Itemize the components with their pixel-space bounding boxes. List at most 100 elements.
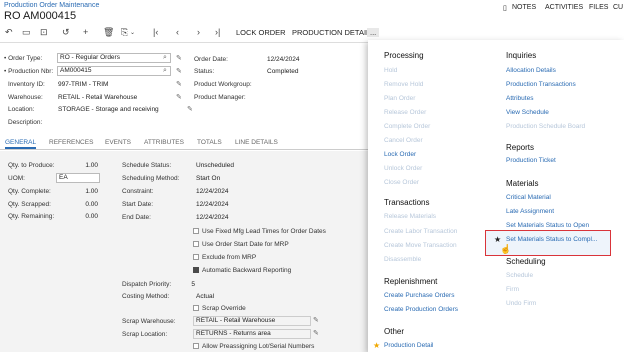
menu-item-create-purchase-orders[interactable]: Create Purchase Orders (384, 292, 454, 299)
last-record-icon[interactable]: ›| (215, 27, 220, 37)
lock-order-button[interactable]: LOCK ORDER (236, 28, 286, 37)
tab-general[interactable]: GENERAL (5, 139, 37, 149)
tab-references[interactable]: REFERENCES (49, 139, 93, 146)
add-icon[interactable]: + (83, 27, 88, 37)
menu-item-plan-order[interactable]: Plan Order (384, 95, 415, 102)
edit-icon[interactable]: ✎ (176, 54, 182, 62)
order-date-label: Order Date: (194, 56, 228, 63)
edit-icon[interactable]: ✎ (176, 80, 182, 88)
dispatch-priority-label: Dispatch Priority: (122, 281, 172, 288)
warehouse-label: Warehouse: (8, 94, 43, 101)
activities-button[interactable]: ACTIVITIES (545, 4, 583, 11)
menu-item-production-detail[interactable]: Production Detail (384, 342, 434, 349)
exclude-mrp-checkbox[interactable] (193, 254, 199, 260)
allow-preassign-checkbox[interactable] (193, 343, 199, 349)
copy-paste-icon[interactable]: ⎘ (121, 27, 128, 38)
menu-item-create-labor-transaction[interactable]: Create Labor Transaction (384, 228, 457, 235)
files-button[interactable]: FILES (589, 4, 608, 11)
constraint-value[interactable]: 12/24/2024 (196, 188, 229, 195)
menu-item-create-production-orders[interactable]: Create Production Orders (384, 306, 458, 313)
costing-method-value[interactable]: Actual (196, 293, 214, 300)
menu-item-release-materials[interactable]: Release Materials (384, 213, 436, 220)
reports-heading: Reports (506, 143, 535, 152)
scrap-location-field[interactable]: RETURNS - Returns area (193, 329, 311, 339)
more-actions-button[interactable]: ... (367, 28, 380, 37)
menu-item-view-schedule[interactable]: View Schedule (506, 109, 549, 116)
customize-button[interactable]: CU (613, 4, 623, 11)
menu-item-production-ticket[interactable]: Production Ticket (506, 157, 556, 164)
edit-icon[interactable]: ✎ (313, 316, 319, 324)
scrap-warehouse-field[interactable]: RETAIL - Retail Warehouse (193, 316, 311, 326)
edit-icon[interactable]: ✎ (176, 67, 182, 75)
menu-item-close-order[interactable]: Close Order (384, 179, 419, 186)
menu-item-set-materials-open[interactable]: Set Materials Status to Open (506, 222, 589, 229)
search-icon[interactable]: ⌕ (163, 54, 167, 62)
save-close-icon[interactable]: ⊡ (40, 27, 48, 38)
tab-events[interactable]: EVENTS (105, 139, 131, 146)
dispatch-priority-value[interactable]: 5 (165, 281, 195, 288)
menu-item-hold[interactable]: Hold (384, 67, 397, 74)
qty-to-produce-value[interactable]: 1.00 (68, 162, 98, 169)
menu-item-lock-order[interactable]: Lock Order (384, 151, 416, 158)
menu-item-create-move-transaction[interactable]: Create Move Transaction (384, 242, 457, 249)
menu-item-set-materials-complete[interactable]: Set Materials Status to Compl... (506, 236, 597, 243)
favorite-star-icon[interactable]: ★ (373, 341, 380, 350)
menu-item-disassemble[interactable]: Disassemble (384, 256, 421, 263)
exclude-mrp-label: Exclude from MRP (202, 254, 257, 261)
uom-field[interactable]: EA (56, 173, 100, 183)
menu-item-firm[interactable]: Firm (506, 286, 519, 293)
toolbar-divider (0, 42, 370, 43)
fixed-mfg-checkbox[interactable] (193, 228, 199, 234)
production-detail-button[interactable]: PRODUCTION DETAIL (292, 28, 370, 37)
chevron-down-icon[interactable]: ⌄ (130, 29, 135, 36)
tab-totals[interactable]: TOTALS (197, 139, 222, 146)
menu-item-complete-order[interactable]: Complete Order (384, 123, 430, 130)
scheduling-method-label: Scheduling Method: (122, 175, 180, 182)
save-icon[interactable]: ▭ (22, 27, 31, 38)
scrap-override-label: Scrap Override (202, 305, 246, 312)
tab-line-details[interactable]: LINE DETAILS (235, 139, 278, 146)
search-icon[interactable]: ⌕ (163, 67, 167, 75)
tab-attributes[interactable]: ATTRIBUTES (144, 139, 184, 146)
menu-item-late-assignment[interactable]: Late Assignment (506, 208, 554, 215)
auto-backward-label: Automatic Backward Reporting (202, 267, 292, 274)
scheduling-method-value[interactable]: Start On (196, 175, 220, 182)
scrap-override-checkbox[interactable] (193, 305, 199, 311)
constraint-label: Constraint: (122, 188, 154, 195)
delete-icon[interactable]: 🗑 (103, 27, 114, 38)
menu-item-remove-hold[interactable]: Remove Hold (384, 81, 423, 88)
undo-icon[interactable]: ↶ (5, 27, 13, 38)
menu-item-production-transactions[interactable]: Production Transactions (506, 81, 576, 88)
status-value: Completed (267, 68, 299, 75)
menu-item-allocation-details[interactable]: Allocation Details (506, 67, 556, 74)
production-nbr-label: • Production Nbr: (4, 68, 54, 75)
menu-item-schedule[interactable]: Schedule (506, 272, 533, 279)
first-record-icon[interactable]: |‹ (153, 27, 158, 37)
edit-icon[interactable]: ✎ (313, 329, 319, 337)
breadcrumb[interactable]: Production Order Maintenance (4, 2, 99, 9)
edit-icon[interactable]: ✎ (176, 93, 182, 101)
menu-item-production-schedule-board[interactable]: Production Schedule Board (506, 123, 585, 130)
menu-item-cancel-order[interactable]: Cancel Order (384, 137, 423, 144)
previous-record-icon[interactable]: ‹ (176, 27, 179, 37)
inventory-id-label: Inventory ID: (8, 81, 45, 88)
menu-item-release-order[interactable]: Release Order (384, 109, 426, 116)
favorite-star-icon[interactable]: ★ (494, 235, 501, 244)
end-date-value[interactable]: 12/24/2024 (196, 214, 229, 221)
status-label: Status: (194, 68, 215, 75)
next-record-icon[interactable]: › (197, 27, 200, 37)
order-type-field[interactable]: RO - Regular Orders (57, 53, 171, 63)
menu-item-unlock-order[interactable]: Unlock Order (384, 165, 422, 172)
edit-icon[interactable]: ✎ (187, 105, 193, 113)
notes-button[interactable]: NOTES (512, 4, 536, 11)
start-date-value[interactable]: 12/24/2024 (196, 201, 229, 208)
notes-icon[interactable]: ▯ (503, 4, 507, 12)
menu-item-undo-firm[interactable]: Undo Firm (506, 300, 536, 307)
auto-backward-checkbox[interactable] (193, 267, 199, 273)
order-start-checkbox[interactable] (193, 241, 199, 247)
cancel-icon[interactable]: ↺ (62, 27, 70, 38)
location-label: Location: (8, 106, 35, 113)
menu-item-critical-material[interactable]: Critical Material (506, 194, 551, 201)
menu-item-attributes[interactable]: Attributes (506, 95, 533, 102)
production-nbr-field[interactable]: AM000415 (57, 66, 171, 76)
